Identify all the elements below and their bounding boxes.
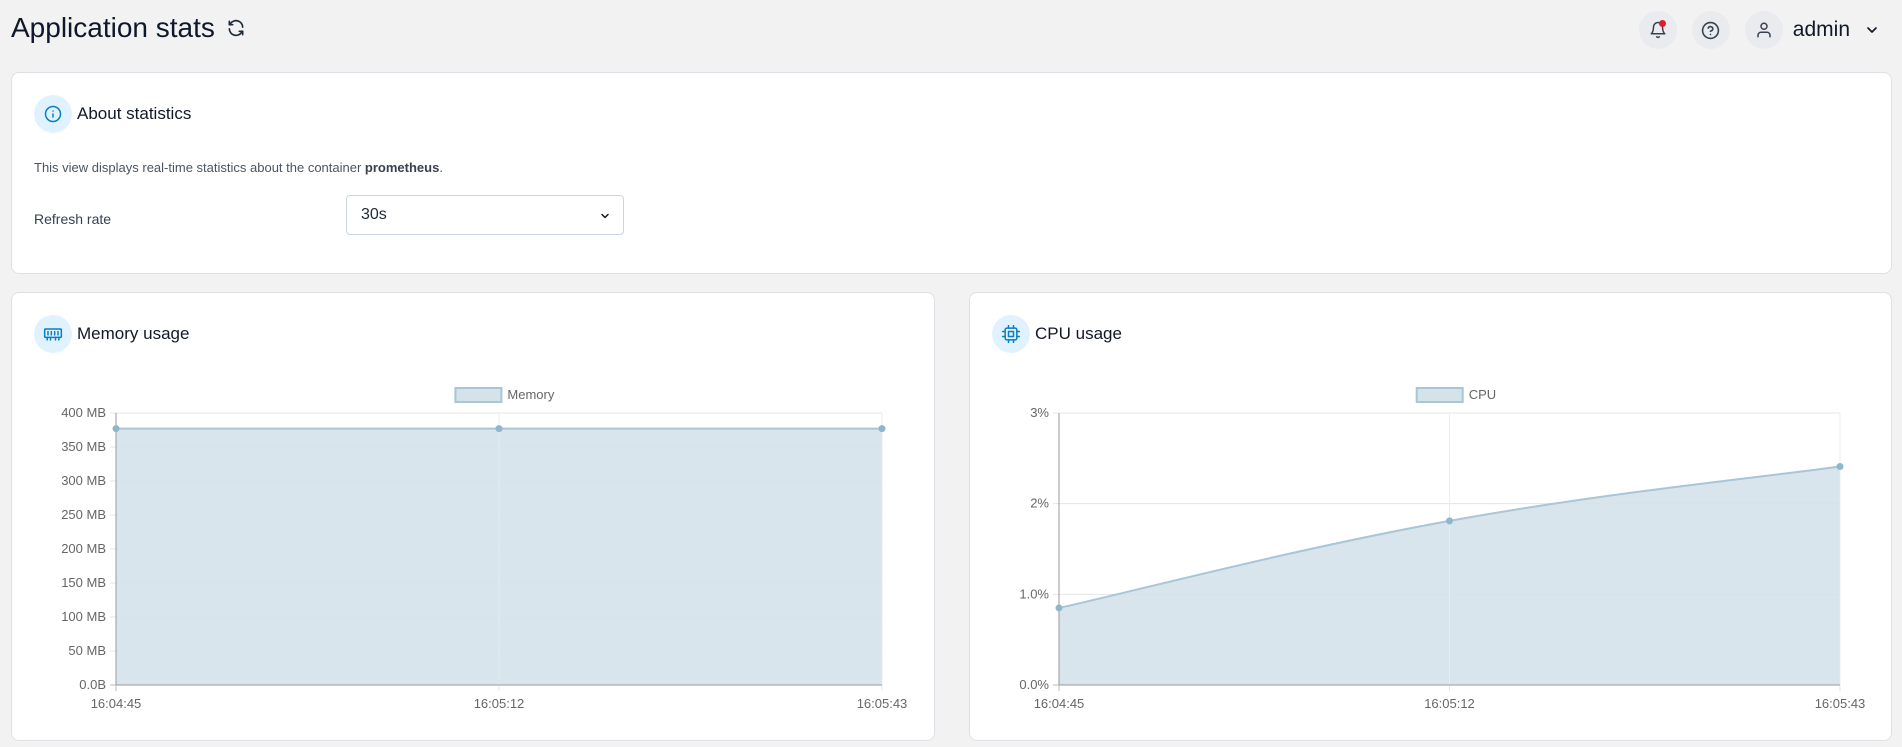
memory-y-tick-label: 0.0B (79, 677, 106, 692)
cpu-data-point[interactable] (1446, 517, 1453, 525)
cpu-y-tick-label: 1.0% (1019, 586, 1049, 601)
notification-dot (1658, 20, 1666, 27)
chevron-down-icon[interactable] (1864, 22, 1880, 38)
desc-prefix: This view displays real-time statistics … (34, 160, 365, 175)
cpu-y-tick-label: 3% (1030, 405, 1049, 420)
memory-y-tick-label: 300 MB (61, 473, 106, 488)
refresh-icon[interactable] (225, 17, 247, 39)
refresh-rate-select[interactable]: 30s (346, 195, 624, 235)
desc-suffix: . (439, 160, 443, 175)
memory-chart: Memory 0.0B 50 MB 100 MB 150 MB 200 MB 250 MB 3… (61, 387, 908, 711)
cpu-y-tick-label: 2% (1030, 496, 1049, 511)
cpu-x-tick-label: 16:05:12 (1424, 696, 1475, 711)
notifications-button[interactable] (1638, 11, 1677, 49)
container-name: prometheus (364, 160, 440, 175)
cpu-card: CPU usage CPU 0.0% 1.0% 2% 3% 16:04:45 16:05:1… (969, 292, 1892, 741)
chevron-down-icon (601, 213, 609, 219)
cpu-legend-label: CPU (1469, 387, 1496, 402)
memory-y-tick-label: 200 MB (61, 541, 106, 556)
help-button[interactable] (1691, 11, 1730, 49)
user-name: admin (1792, 18, 1850, 41)
cpu-legend[interactable]: CPU (1415, 387, 1496, 403)
memory-data-point[interactable] (112, 425, 120, 433)
memory-card: Memory usage Memory 0.0B 50 MB 100 MB 150 MB… (11, 292, 935, 741)
memory-y-tick-label: 400 MB (61, 405, 106, 420)
refresh-rate-label: Refresh rate (34, 211, 112, 227)
top-actions: admin (1624, 11, 1880, 49)
cpu-data-point[interactable] (1055, 604, 1063, 612)
cpu-legend-swatch (1415, 387, 1464, 403)
memory-y-tick-label: 150 MB (61, 575, 106, 590)
memory-x-tick-label: 16:05:43 (857, 696, 908, 711)
cpu-chart: CPU 0.0% 1.0% 2% 3% 16:04:45 16:05:12 16:05:43 (1019, 387, 1866, 711)
memory-y-tick-label: 350 MB (61, 439, 106, 454)
memory-legend-label: Memory (507, 387, 554, 402)
memory-y-tick-label: 50 MB (68, 643, 106, 658)
cpu-x-tick-label: 16:04:45 (1034, 696, 1085, 711)
top-bar: Application stats admin (0, 0, 1902, 60)
memory-x-tick-label: 16:05:12 (474, 696, 525, 711)
about-card: About statistics This view displays real… (11, 72, 1892, 274)
memory-legend[interactable]: Memory (454, 387, 555, 403)
user-icon (1757, 22, 1771, 38)
page-title: Application stats (11, 12, 247, 44)
user-menu[interactable]: admin (1744, 11, 1880, 49)
memory-y-tick-label: 250 MB (61, 507, 106, 522)
page-title-text: Application stats (11, 12, 215, 43)
help-icon (1702, 21, 1720, 39)
cpu-x-tick-label: 16:05:43 (1815, 696, 1866, 711)
memory-data-point[interactable] (495, 425, 503, 433)
avatar[interactable] (1744, 11, 1783, 49)
memory-y-tick-label: 100 MB (61, 609, 106, 624)
about-description: This view displays real-time statistics … (34, 160, 443, 175)
cpu-data-point[interactable] (1836, 462, 1844, 470)
refresh-rate-value: 30s (361, 206, 387, 223)
about-card-header: About statistics (34, 95, 191, 133)
memory-x-tick-label: 16:04:45 (91, 696, 142, 711)
memory-data-point[interactable] (878, 425, 886, 433)
info-icon (34, 95, 72, 133)
about-title: About statistics (77, 104, 192, 123)
cpu-y-tick-label: 0.0% (1019, 677, 1049, 692)
memory-legend-swatch (454, 387, 503, 403)
